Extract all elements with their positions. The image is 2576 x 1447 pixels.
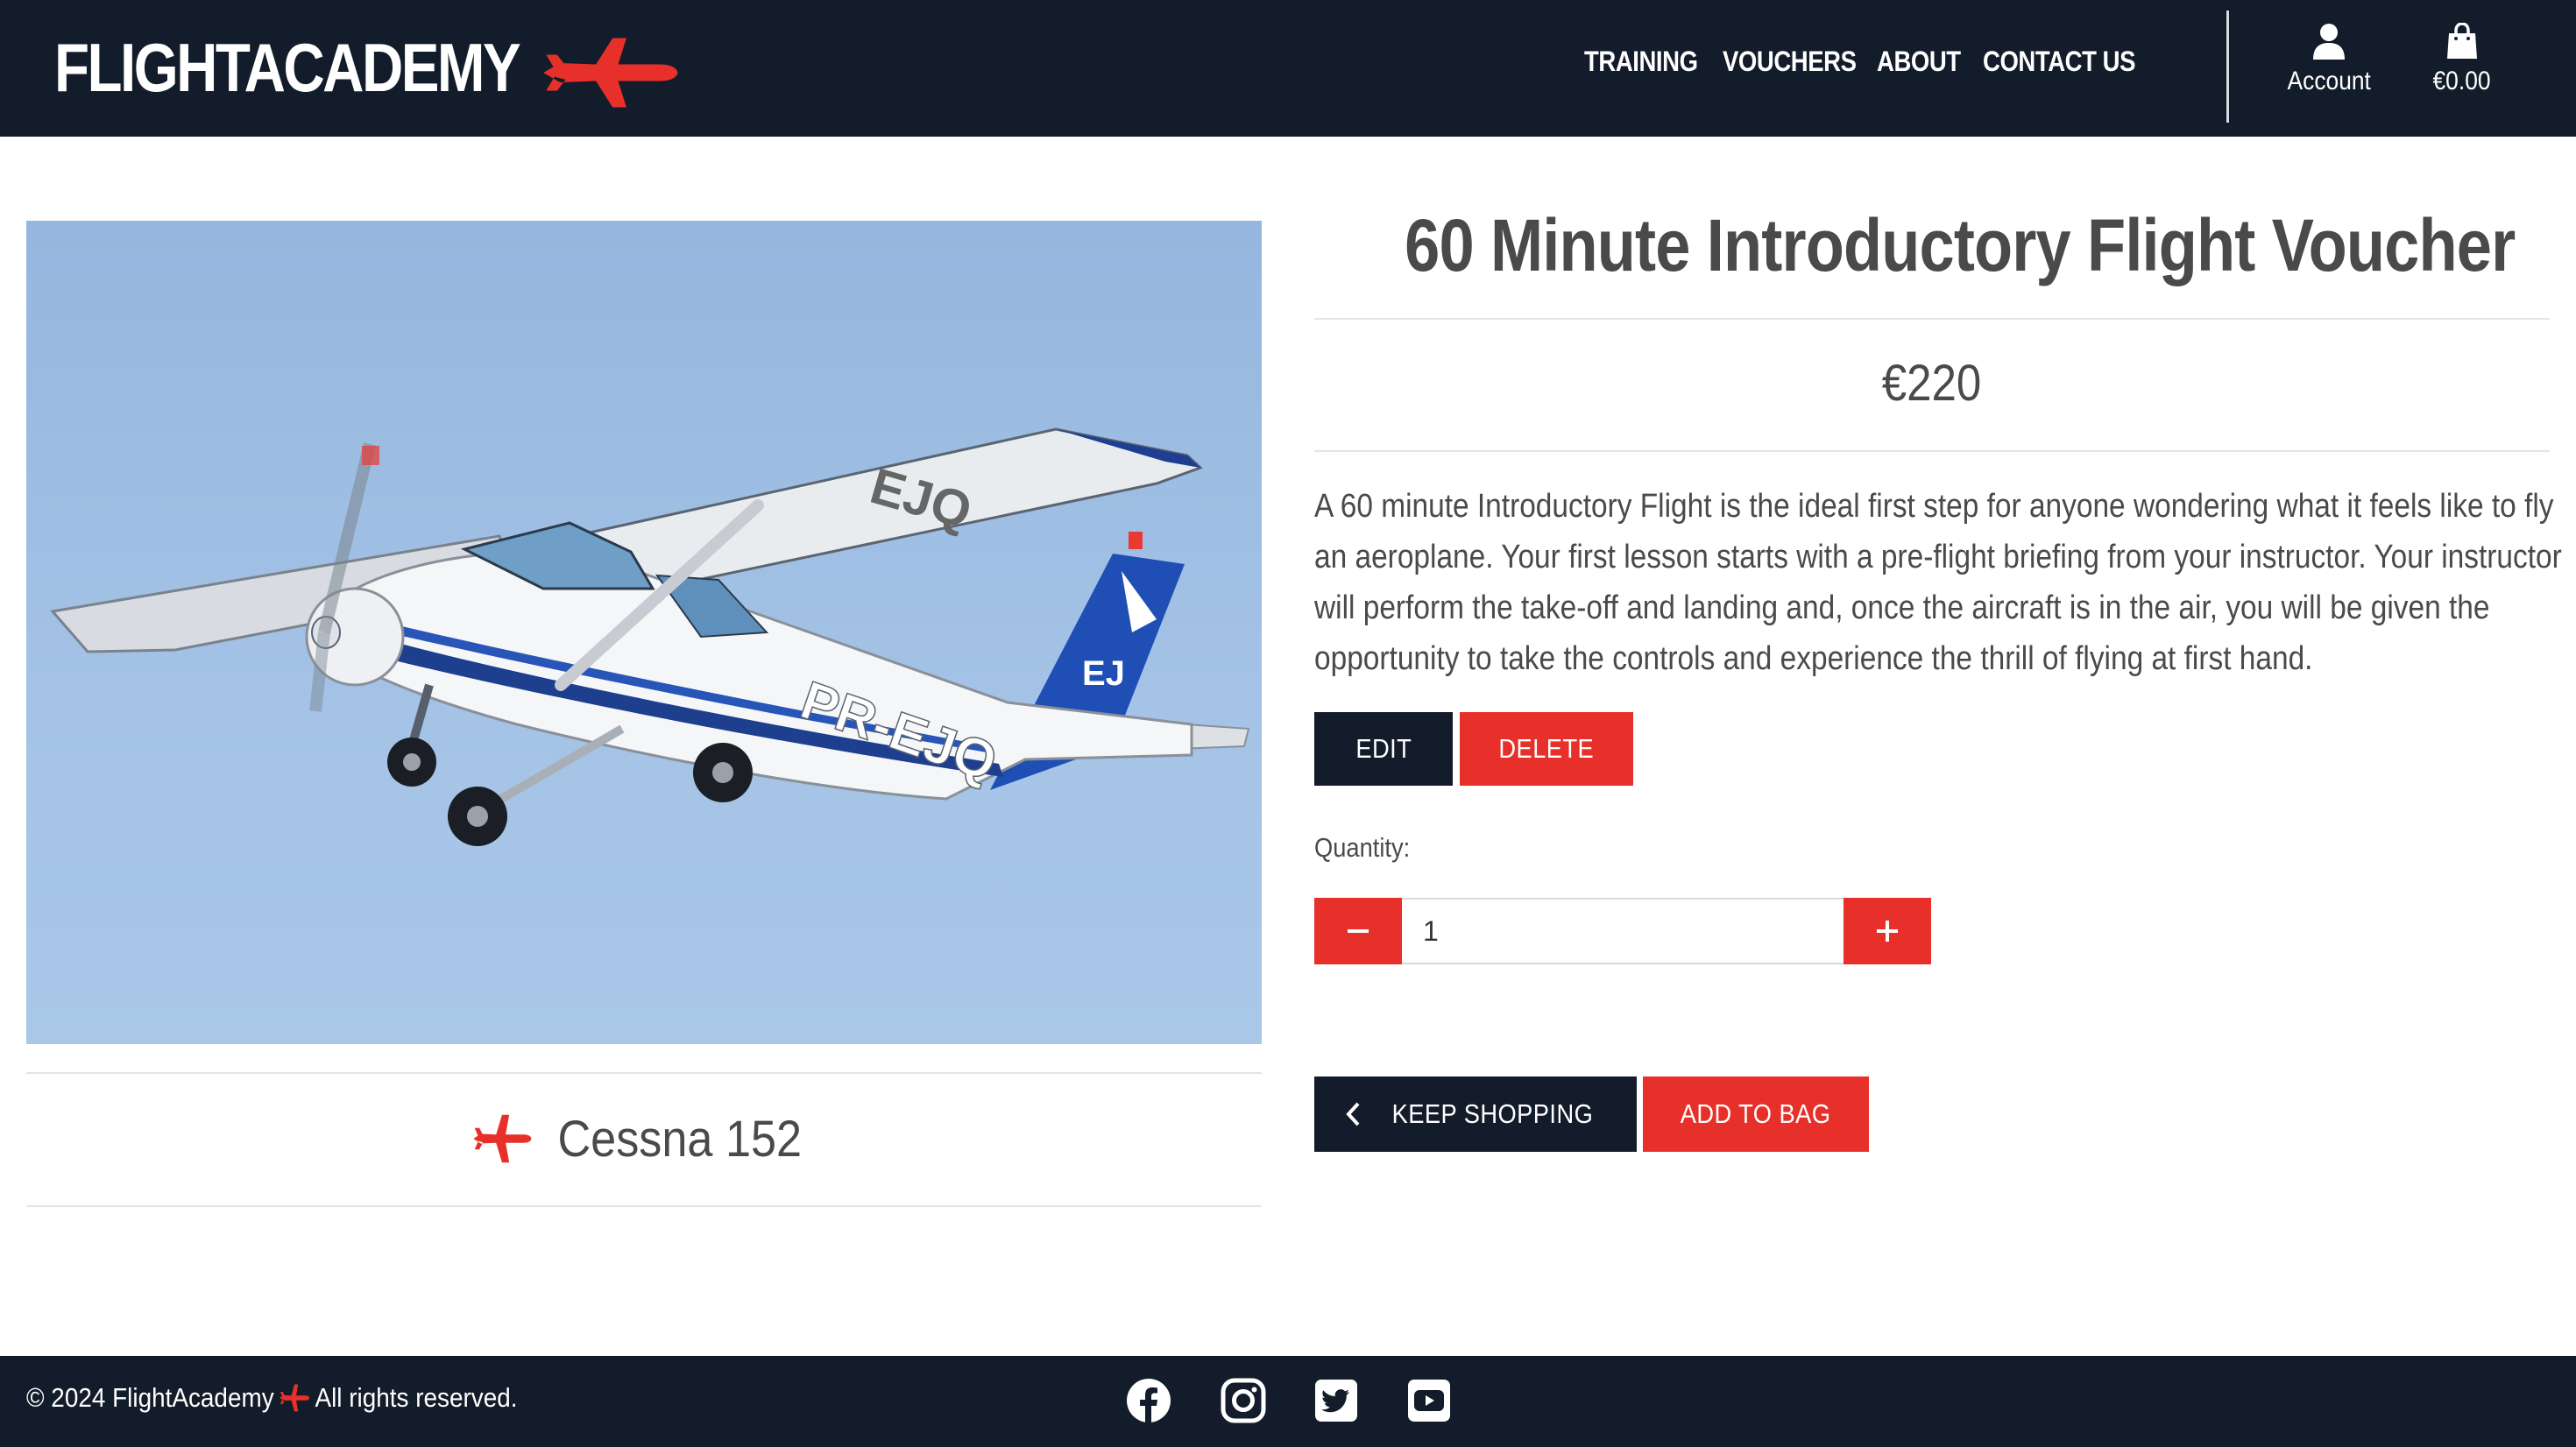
quantity-label: Quantity: xyxy=(1314,832,1411,863)
nav-contact-us[interactable]: CONTACT US xyxy=(1983,46,2135,78)
shopping-bag-icon xyxy=(2447,23,2477,59)
nav-vouchers[interactable]: VOUCHERS xyxy=(1723,46,1857,78)
image-caption: Cessna 152 xyxy=(26,1105,1262,1172)
product-image: EJQ EJ PR-EJQ xyxy=(26,221,1262,1044)
copyright: © 2024 FlightAcademy All rights reserved… xyxy=(26,1382,518,1414)
site-logo[interactable]: FLIGHTACADEMY xyxy=(54,19,678,116)
account-label: Account xyxy=(2287,67,2371,95)
price-divider xyxy=(1314,450,2550,452)
increment-quantity-button[interactable] xyxy=(1844,898,1931,964)
plane-icon xyxy=(473,1114,532,1163)
title-divider xyxy=(1314,318,2550,320)
bag-total: €0.00 xyxy=(2432,67,2492,95)
header-divider xyxy=(2226,11,2229,123)
svg-text:EJ: EJ xyxy=(1082,654,1125,693)
logo-text[interactable]: FLIGHTACADEMY xyxy=(54,28,521,108)
add-to-bag-button[interactable]: ADD TO BAG xyxy=(1643,1076,1869,1152)
copyright-prefix: © 2024 FlightAcademy xyxy=(26,1382,274,1413)
plane-logo-icon xyxy=(543,38,678,108)
instagram-icon[interactable] xyxy=(1220,1377,1267,1424)
aircraft-illustration: EJQ EJ PR-EJQ xyxy=(50,427,1250,846)
caption-divider-bottom xyxy=(26,1205,1262,1207)
nav-training[interactable]: TRAINING xyxy=(1584,46,1698,78)
keep-shopping-button[interactable]: KEEP SHOPPING xyxy=(1314,1076,1637,1152)
account-button[interactable]: Account xyxy=(2275,23,2383,96)
plus-icon xyxy=(1877,921,1898,942)
product-title: 60 Minute Introductory Flight Voucher xyxy=(1405,204,2516,286)
decrement-quantity-button[interactable] xyxy=(1314,898,1402,964)
copyright-suffix: All rights reserved. xyxy=(315,1382,518,1413)
product-price: €220 xyxy=(1882,355,1982,412)
edit-button[interactable]: EDIT xyxy=(1314,712,1453,786)
nav-about[interactable]: ABOUT xyxy=(1877,46,1961,78)
user-icon xyxy=(2313,24,2345,60)
shopping-bag-button[interactable]: €0.00 xyxy=(2420,23,2504,96)
youtube-icon[interactable] xyxy=(1405,1377,1453,1424)
plane-icon xyxy=(280,1384,310,1412)
minus-icon xyxy=(1348,929,1369,933)
product-description: A 60 minute Introductory Flight is the i… xyxy=(1314,488,2562,677)
chevron-left-icon xyxy=(1345,1102,1360,1126)
site-header: FLIGHTACADEMY TRAINING VOUCHERS ABOUT CO… xyxy=(0,0,2576,137)
facebook-icon[interactable] xyxy=(1125,1377,1172,1424)
twitter-icon[interactable] xyxy=(1313,1377,1360,1424)
caption-divider-top xyxy=(26,1072,1262,1074)
quantity-input[interactable] xyxy=(1402,898,1844,964)
aircraft-name: Cessna 152 xyxy=(557,1110,803,1168)
delete-button[interactable]: DELETE xyxy=(1460,712,1633,786)
site-footer: © 2024 FlightAcademy All rights reserved… xyxy=(0,1356,2576,1447)
